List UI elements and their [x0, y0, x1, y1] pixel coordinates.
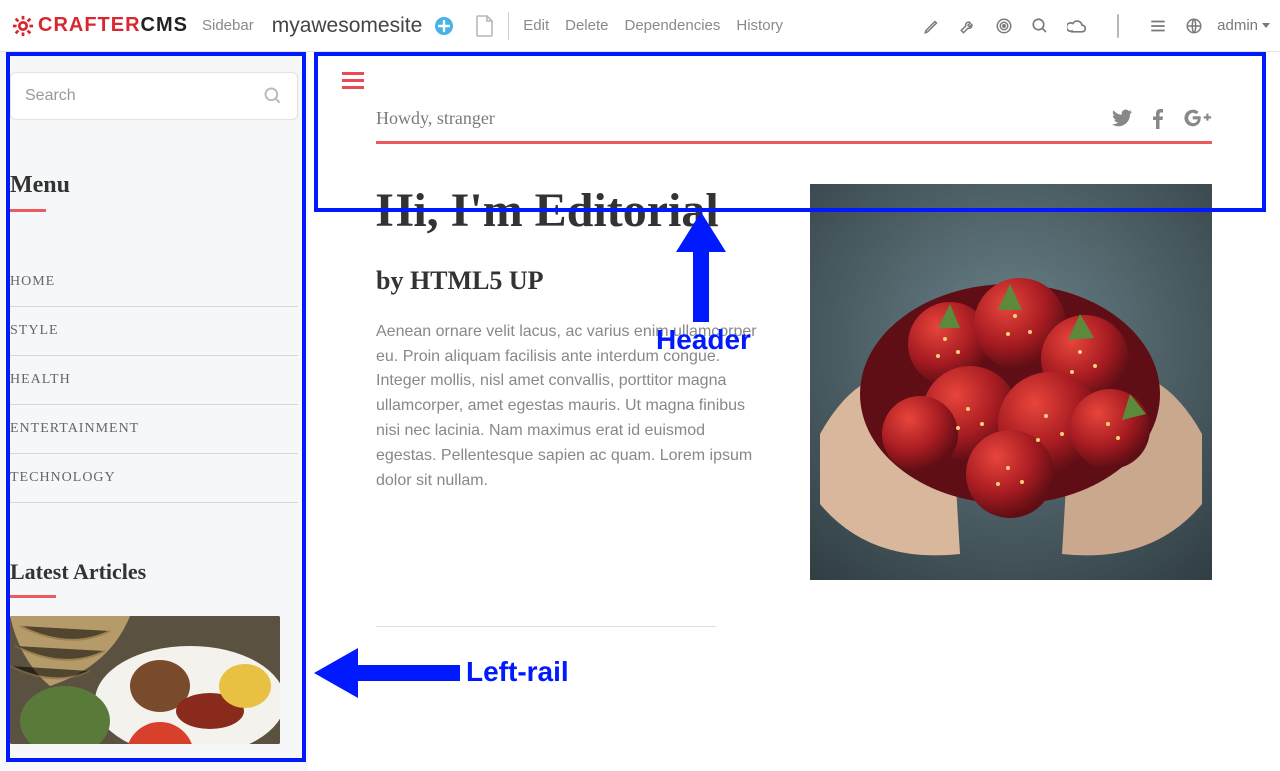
strawberries-image	[810, 184, 1212, 580]
arrow-up-icon	[676, 212, 726, 322]
logo-text-1: CRAFTER	[38, 14, 141, 37]
search-icon[interactable]	[1031, 17, 1049, 35]
admin-menu[interactable]: admin	[1217, 17, 1270, 34]
menu-list: HOME STYLE HEALTH ENTERTAINMENT TECHNOLO…	[10, 258, 298, 503]
add-icon[interactable]	[434, 16, 454, 36]
toolbar-link-dependencies[interactable]: Dependencies	[624, 17, 720, 34]
toolbar-links: Edit Delete Dependencies History	[523, 17, 783, 34]
menu-heading: Menu	[10, 172, 298, 199]
logo[interactable]: CRAFTERCMS	[12, 14, 188, 37]
document-icon[interactable]	[476, 15, 494, 37]
social-icons	[1112, 109, 1212, 129]
admin-label: admin	[1217, 17, 1258, 34]
greeting-row: Howdy, stranger	[342, 108, 1246, 141]
wrench-icon[interactable]	[959, 17, 977, 35]
accent-underline	[10, 595, 56, 598]
search-icon	[263, 86, 283, 106]
sidebar-toggle-link[interactable]: Sidebar	[202, 17, 254, 34]
toolbar-right-icons	[923, 14, 1203, 38]
hero-image	[810, 184, 1212, 580]
left-rail: Menu HOME STYLE HEALTH ENTERTAINMENT TEC…	[0, 52, 308, 771]
annotation-label-header: Header	[656, 324, 751, 356]
search-box[interactable]	[10, 72, 298, 120]
separator	[508, 12, 509, 40]
site-name: myawesomesite	[272, 14, 423, 38]
target-icon[interactable]	[995, 17, 1013, 35]
top-toolbar: CRAFTERCMS Sidebar myawesomesite Edit De…	[0, 0, 1280, 52]
menu-item-home[interactable]: HOME	[10, 258, 298, 306]
facebook-icon[interactable]	[1152, 109, 1164, 129]
menu-item-entertainment[interactable]: ENTERTAINMENT	[10, 404, 298, 453]
hamburger-icon[interactable]	[342, 68, 364, 93]
twitter-icon[interactable]	[1112, 109, 1132, 129]
pencil-icon[interactable]	[923, 17, 941, 35]
cloud-icon[interactable]	[1067, 17, 1087, 35]
arrow-left-icon	[314, 648, 460, 698]
header-row	[308, 52, 1280, 108]
menu-item-technology[interactable]: TECHNOLOGY	[10, 453, 298, 503]
toolbar-link-history[interactable]: History	[736, 17, 783, 34]
gear-icon	[12, 15, 34, 37]
menu-item-health[interactable]: HEALTH	[10, 355, 298, 404]
article: Hi, I'm Editorial by HTML5 UP Aenean orn…	[308, 144, 1280, 580]
greeting-text: Howdy, stranger	[376, 108, 495, 129]
googleplus-icon[interactable]	[1184, 109, 1212, 129]
caret-down-icon	[1262, 23, 1270, 28]
toolbar-link-edit[interactable]: Edit	[523, 17, 549, 34]
menu-icon[interactable]	[1149, 17, 1167, 35]
accent-underline	[10, 209, 46, 212]
menu-item-style[interactable]: STYLE	[10, 306, 298, 355]
divider	[376, 626, 716, 627]
latest-articles-heading: Latest Articles	[10, 559, 298, 585]
globe-icon[interactable]	[1185, 17, 1203, 35]
search-input[interactable]	[25, 87, 263, 105]
logo-text-2: CMS	[141, 14, 188, 37]
annotation-label-leftrail: Left-rail	[466, 656, 569, 688]
separator	[1117, 14, 1119, 38]
food-plate-image	[10, 616, 280, 744]
toolbar-link-delete[interactable]: Delete	[565, 17, 608, 34]
article-thumbnail[interactable]	[10, 616, 280, 744]
